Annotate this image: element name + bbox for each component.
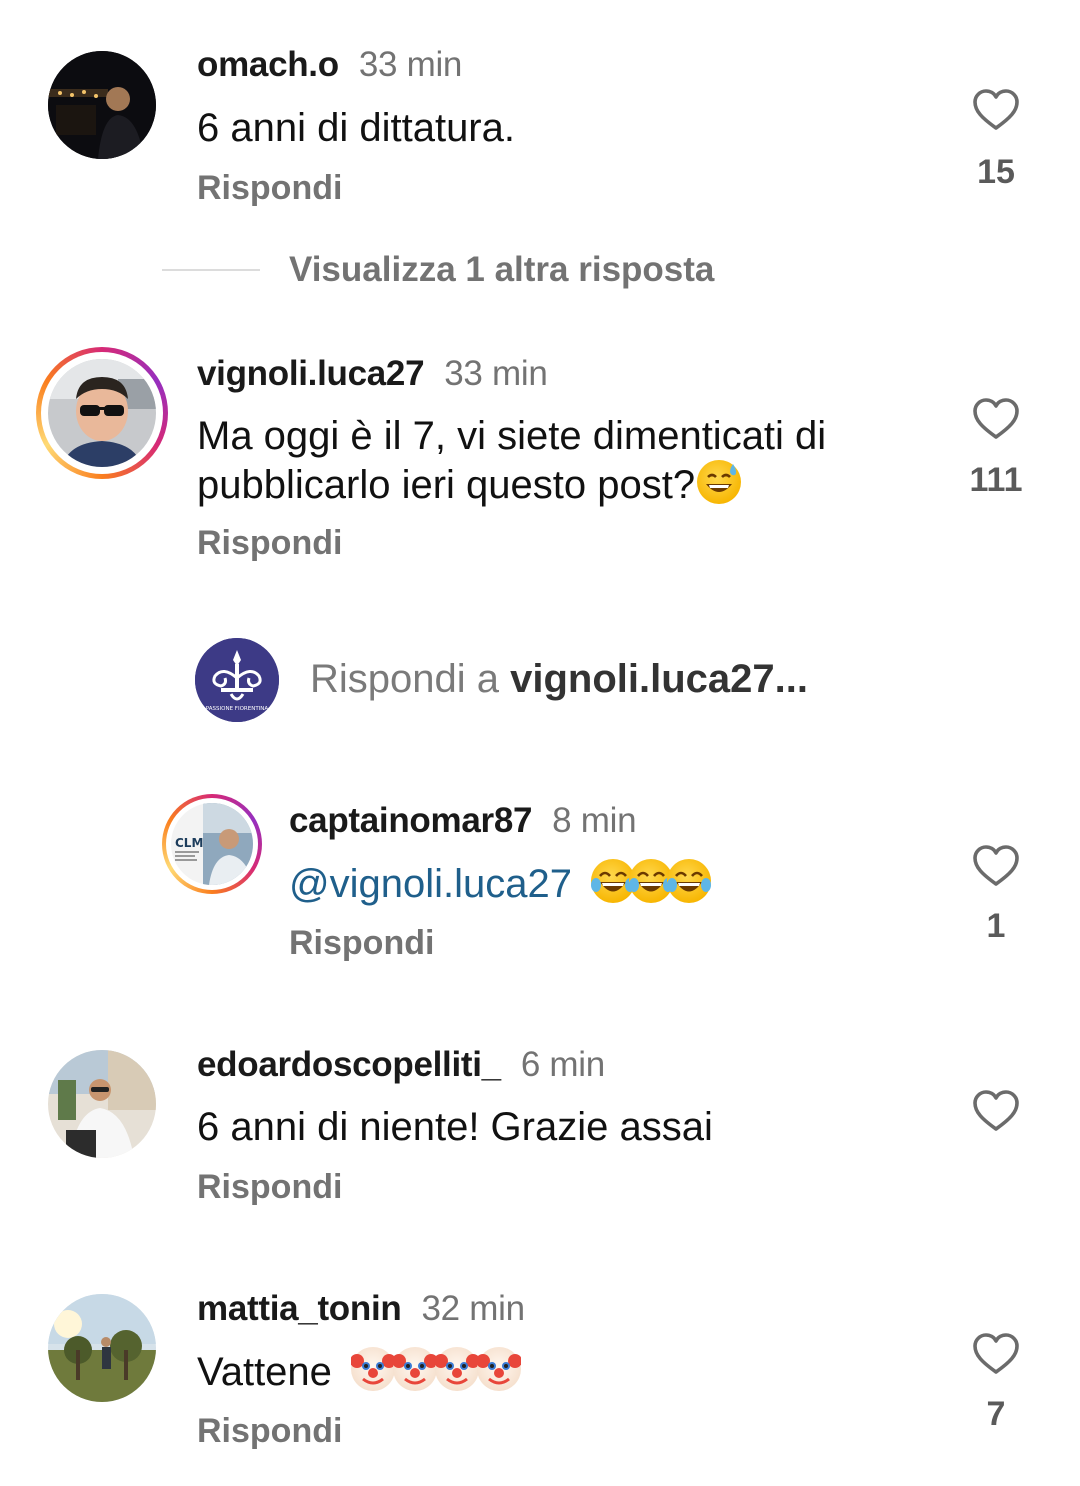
comment-text: Ma oggi è il 7, vi siete dimenticati di …: [197, 412, 826, 509]
avatar-photo: CLM: [171, 803, 253, 885]
view-replies-divider: [162, 269, 260, 271]
comment-username[interactable]: vignoli.luca27 33 min: [197, 354, 548, 394]
comment-text-line: pubblicarlo ieri questo post?: [197, 460, 826, 509]
comment-text-line: Ma oggi è il 7, vi siete dimenticati di: [197, 414, 827, 458]
comment-time: 6 min: [520, 1045, 605, 1084]
reply-text: @vignoli.luca27: [289, 859, 712, 908]
like-count: 1: [986, 907, 1006, 945]
reply-button[interactable]: Rispondi: [197, 524, 342, 563]
mention-link[interactable]: @vignoli.luca27: [289, 862, 572, 906]
reply-composer-input[interactable]: Rispondi a vignoli.luca27...: [310, 657, 808, 702]
heart-outline-icon[interactable]: [972, 397, 1020, 441]
avatar-photo: [48, 359, 156, 467]
avatar-captainomar87[interactable]: CLM: [162, 794, 262, 894]
reply-target-username: vignoli.luca27...: [510, 657, 808, 701]
fleur-de-lis-icon: PASSIONE FIORENTINA: [195, 638, 279, 722]
comment-text: 6 anni di niente! Grazie assai: [197, 1105, 713, 1149]
tears-of-joy-emoji: [667, 859, 712, 903]
reply-button[interactable]: Rispondi: [197, 1412, 342, 1451]
heart-outline-icon[interactable]: [972, 1089, 1020, 1133]
grinning-sweat-emoji: [697, 460, 742, 504]
like-count: 7: [986, 1395, 1006, 1433]
comment-username[interactable]: mattia_tonin 32 min: [197, 1289, 525, 1329]
reply-username[interactable]: captainomar87 8 min: [289, 801, 637, 841]
avatar-edoardoscopelliti[interactable]: [48, 1050, 156, 1158]
avatar-photo: [48, 1050, 156, 1158]
comment-time: 33 min: [444, 354, 548, 393]
composer-avatar: PASSIONE FIORENTINA: [195, 638, 279, 722]
comment-username[interactable]: omach.o 33 min: [197, 45, 462, 85]
clown-face-emoji: [350, 1347, 397, 1391]
comment-time: 33 min: [358, 45, 463, 84]
comment-time: 32 min: [421, 1289, 525, 1328]
avatar-mattia-tonin[interactable]: [48, 1294, 156, 1402]
svg-text:CLM: CLM: [175, 836, 203, 850]
like-count: 111: [969, 461, 1023, 499]
avatar-photo: [48, 1294, 156, 1402]
avatar-photo: [48, 51, 156, 159]
view-more-replies[interactable]: Visualizza 1 altra risposta: [289, 250, 714, 290]
heart-outline-icon[interactable]: [972, 88, 1020, 132]
reply-button[interactable]: Rispondi: [197, 1168, 342, 1207]
svg-text:PASSIONE FIORENTINA: PASSIONE FIORENTINA: [206, 706, 269, 712]
clown-face-emoji: [434, 1347, 481, 1391]
heart-outline-icon[interactable]: [972, 1332, 1020, 1376]
heart-outline-icon[interactable]: [972, 844, 1020, 888]
avatar-vignoli-luca27[interactable]: [36, 347, 168, 479]
clown-face-emoji: [476, 1347, 523, 1391]
reply-button[interactable]: Rispondi: [289, 924, 434, 963]
comment-text: Vattene: [197, 1347, 523, 1396]
clown-face-emoji: [392, 1347, 439, 1391]
reply-time: 8 min: [552, 801, 637, 840]
avatar-omach-o[interactable]: [48, 51, 156, 159]
comment-username[interactable]: edoardoscopelliti_ 6 min: [197, 1045, 605, 1085]
reply-button[interactable]: Rispondi: [197, 169, 342, 208]
comment-text: 6 anni di dittatura.: [197, 106, 515, 150]
like-count: 15: [977, 153, 1015, 191]
